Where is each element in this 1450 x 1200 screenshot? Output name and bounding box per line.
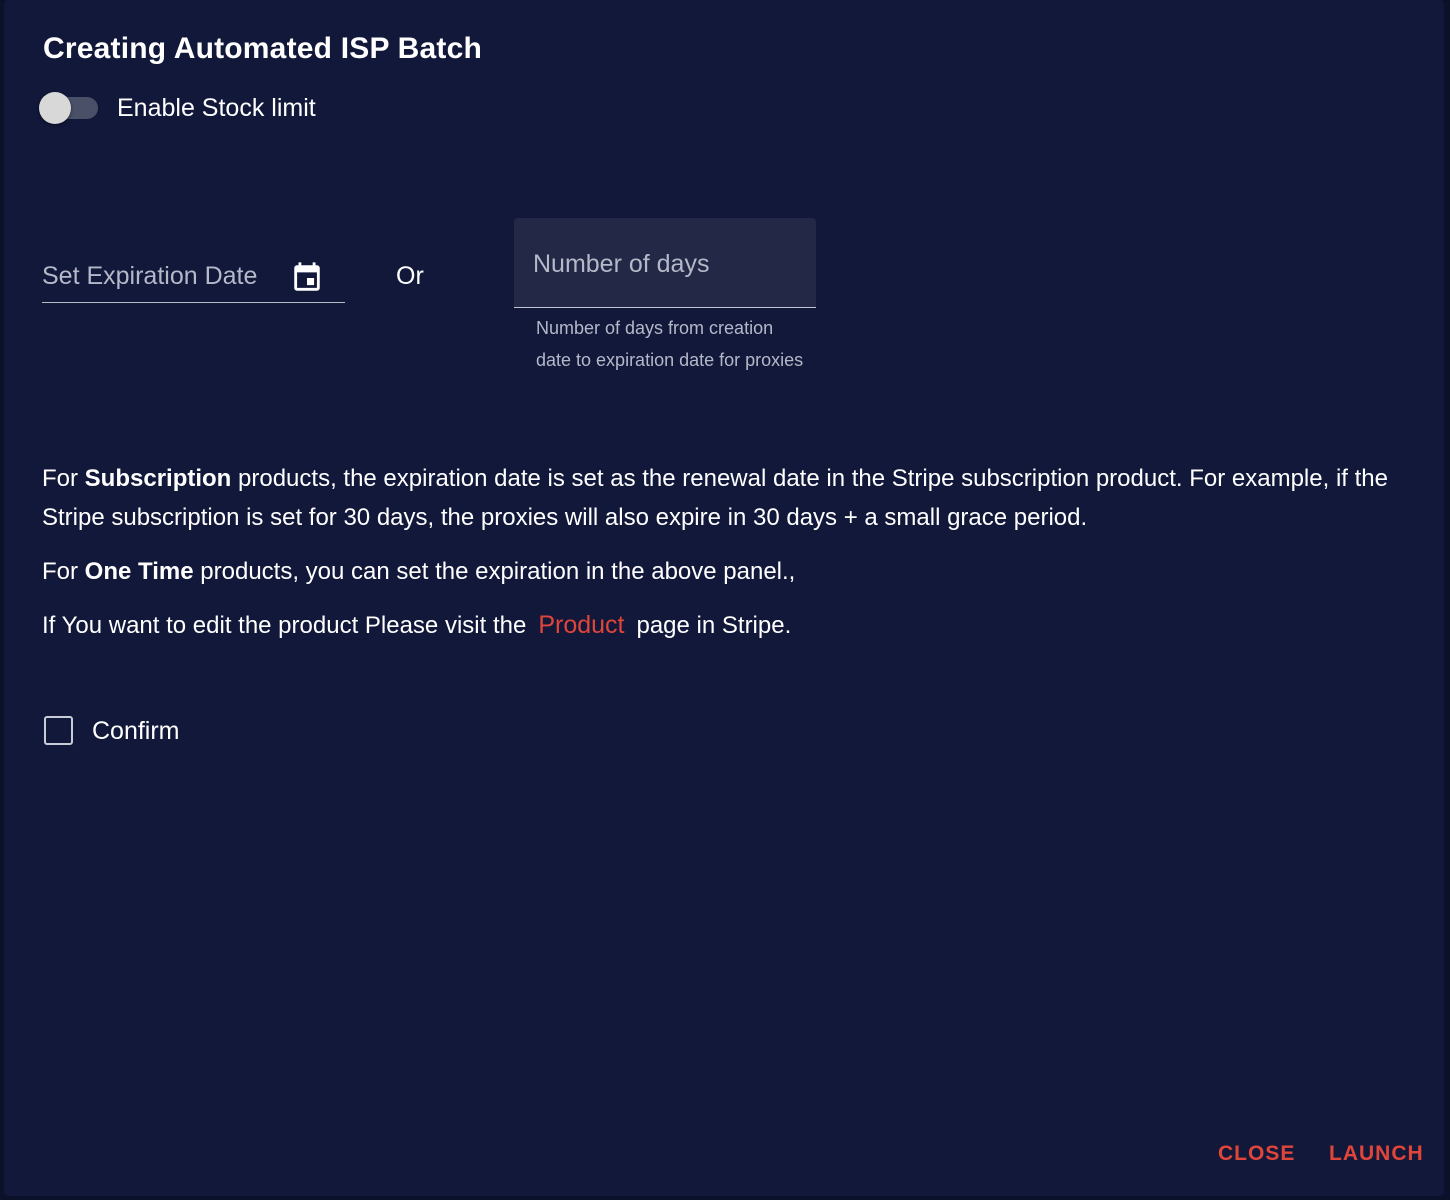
calendar-icon[interactable] — [290, 260, 324, 296]
stock-limit-label: Enable Stock limit — [117, 94, 316, 122]
number-of-days-helper-text: Number of days from creation date to exp… — [536, 318, 804, 370]
dialog-title: Creating Automated ISP Batch — [43, 32, 483, 65]
one-time-bold: One Time — [84, 558, 194, 585]
p1-prefix: For — [42, 465, 85, 492]
one-time-info-paragraph: For One Time products, you can set the e… — [42, 552, 1402, 591]
close-button[interactable]: CLOSE — [1218, 1138, 1295, 1170]
number-of-days-field[interactable] — [514, 218, 816, 308]
p3-suffix: page in Stripe. — [636, 612, 792, 639]
toggle-thumb — [39, 92, 71, 124]
stripe-product-link[interactable]: Product — [538, 611, 624, 639]
subscription-bold: Subscription — [84, 465, 232, 492]
confirm-label[interactable]: Confirm — [92, 714, 180, 748]
edit-product-paragraph: If You want to edit the product Please v… — [42, 606, 1402, 645]
expiration-date-placeholder: Set Expiration Date — [42, 262, 258, 290]
number-of-days-input[interactable] — [533, 246, 798, 282]
p1-rest: products, the expiration date is set as … — [42, 465, 1388, 531]
expiration-date-field[interactable]: Set Expiration Date — [42, 250, 345, 303]
p2-rest: products, you can set the expiration in … — [193, 558, 796, 585]
or-separator: Or — [396, 262, 424, 290]
confirm-checkbox[interactable] — [44, 716, 73, 745]
launch-button[interactable]: LAUNCH — [1329, 1138, 1424, 1170]
subscription-info-paragraph: For Subscription products, the expiratio… — [42, 459, 1402, 537]
stock-limit-toggle[interactable] — [39, 92, 99, 124]
p3-prefix: If You want to edit the product Please v… — [42, 612, 527, 639]
create-isp-batch-dialog: Creating Automated ISP Batch Enable Stoc… — [4, 0, 1444, 1196]
p2-prefix: For — [42, 558, 85, 585]
